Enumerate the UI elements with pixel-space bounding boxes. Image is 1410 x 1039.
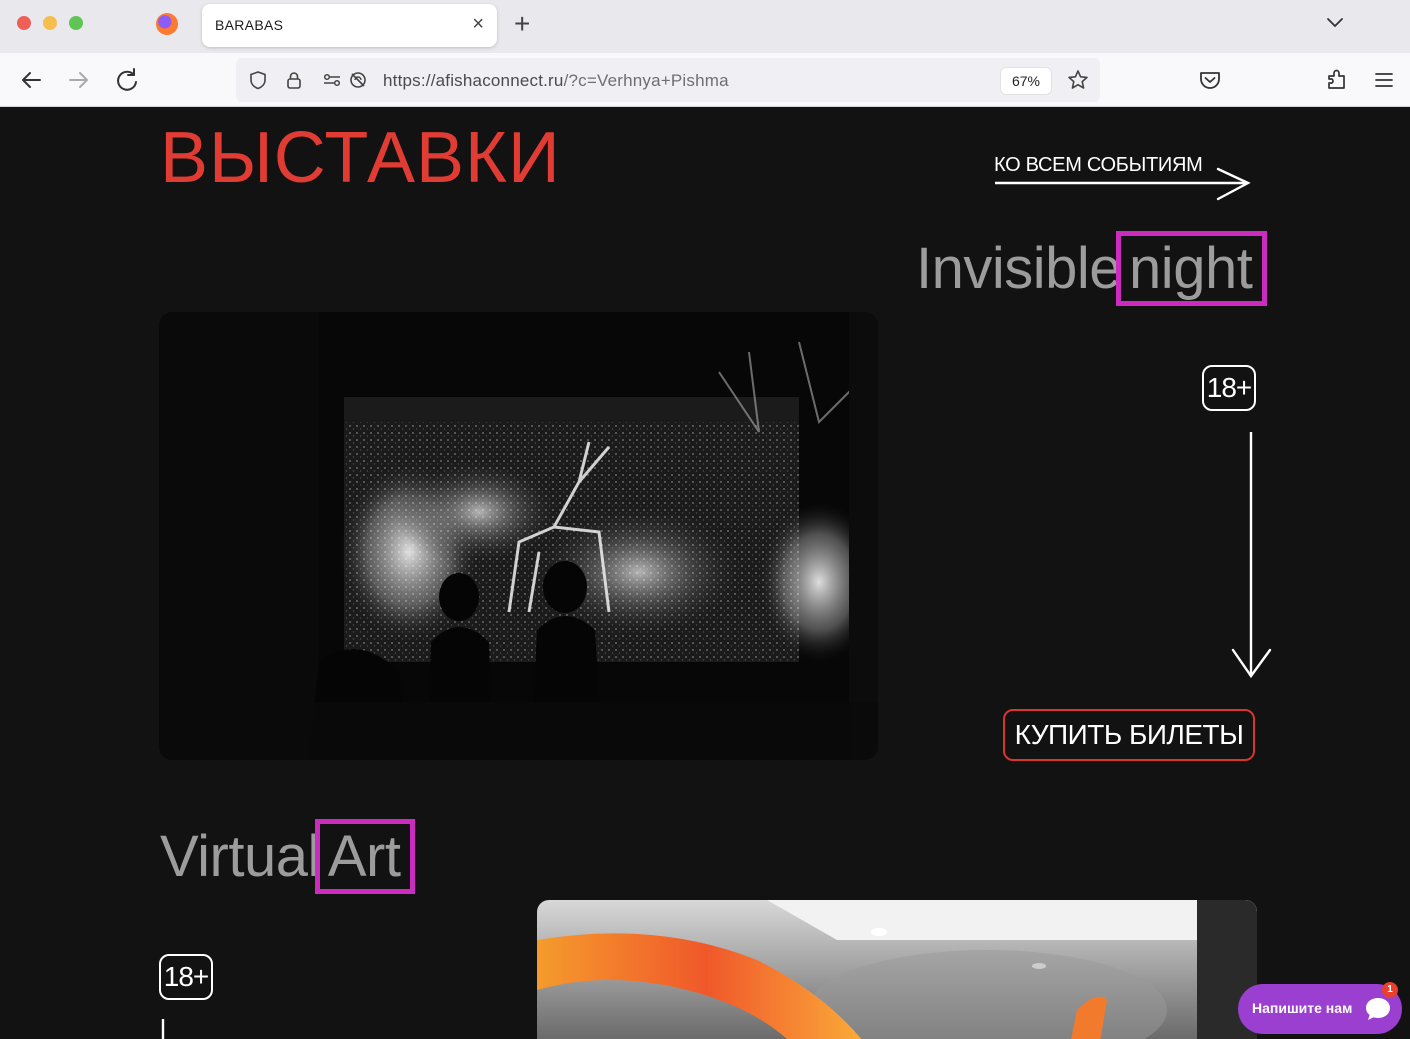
shield-icon[interactable] xyxy=(248,70,268,90)
url-text[interactable]: https://afishaconnect.ru/?c=Verhnya+Pish… xyxy=(383,71,729,91)
window-minimize-button[interactable] xyxy=(43,16,57,30)
event-image-virtual-art[interactable] xyxy=(537,900,1257,1039)
permissions-icon[interactable] xyxy=(322,70,342,90)
age-rating-badge: 18+ xyxy=(1202,365,1256,411)
chat-widget-label: Напишите нам xyxy=(1252,1000,1353,1016)
reload-icon[interactable] xyxy=(112,65,142,95)
highlighted-word: Art xyxy=(314,819,416,894)
section-title: ВЫСТАВКИ xyxy=(160,118,561,198)
bookmark-star-icon[interactable] xyxy=(1066,68,1090,92)
page-content: ВЫСТАВКИ КО ВСЕМ СОБЫТИЯМ Invisible night xyxy=(0,107,1410,1039)
light-installation-photo xyxy=(159,312,878,760)
window-close-button[interactable] xyxy=(17,16,31,30)
age-rating-badge: 18+ xyxy=(159,954,213,1000)
notification-badge: 1 xyxy=(1382,982,1398,998)
forward-icon[interactable] xyxy=(64,65,94,95)
highlighted-word: night xyxy=(1116,231,1268,306)
firefox-logo-icon[interactable] xyxy=(156,13,178,35)
down-arrow-icon xyxy=(1231,432,1272,679)
menu-icon[interactable] xyxy=(1369,65,1399,95)
tab-close-icon[interactable]: × xyxy=(472,13,484,36)
browser-tab-bar: BARABAS × + xyxy=(0,0,1410,53)
tracking-blocked-icon[interactable] xyxy=(348,70,368,90)
event-title-invisible-night[interactable]: Invisible night xyxy=(916,231,1268,306)
right-arrow-icon[interactable] xyxy=(992,165,1254,205)
event-title-part1: Invisible xyxy=(916,236,1122,301)
event-title-virtual-art[interactable]: Virtual Art xyxy=(160,819,416,894)
pocket-icon[interactable] xyxy=(1195,65,1225,95)
zoom-indicator[interactable]: 67% xyxy=(1001,68,1051,94)
tab-title: BARABAS xyxy=(215,17,284,33)
chat-bubble-icon xyxy=(1366,998,1390,1020)
buy-tickets-button[interactable]: КУПИТЬ БИЛЕТЫ xyxy=(1003,709,1255,761)
lock-icon[interactable] xyxy=(284,70,304,90)
url-host: https://afishaconnect.ru xyxy=(383,71,564,90)
tab-barabas[interactable]: BARABAS × xyxy=(202,4,497,47)
window-zoom-button[interactable] xyxy=(69,16,83,30)
url-bar[interactable]: https://afishaconnect.ru/?c=Verhnya+Pish… xyxy=(236,58,1100,102)
back-icon[interactable] xyxy=(16,65,46,95)
url-path: /?c=Verhnya+Pishma xyxy=(563,71,729,90)
down-arrow-icon xyxy=(161,1019,165,1039)
new-tab-icon[interactable]: + xyxy=(514,8,530,40)
event-image-invisible-night[interactable] xyxy=(159,312,878,760)
event-title-part1: Virtual xyxy=(160,824,320,889)
virtual-art-photo xyxy=(537,900,1257,1039)
chat-widget-button[interactable]: Напишите нам 1 xyxy=(1238,982,1402,1034)
tab-list-chevron-icon[interactable] xyxy=(1325,12,1345,32)
browser-nav-bar: https://afishaconnect.ru/?c=Verhnya+Pish… xyxy=(0,53,1410,107)
extensions-icon[interactable] xyxy=(1322,65,1352,95)
